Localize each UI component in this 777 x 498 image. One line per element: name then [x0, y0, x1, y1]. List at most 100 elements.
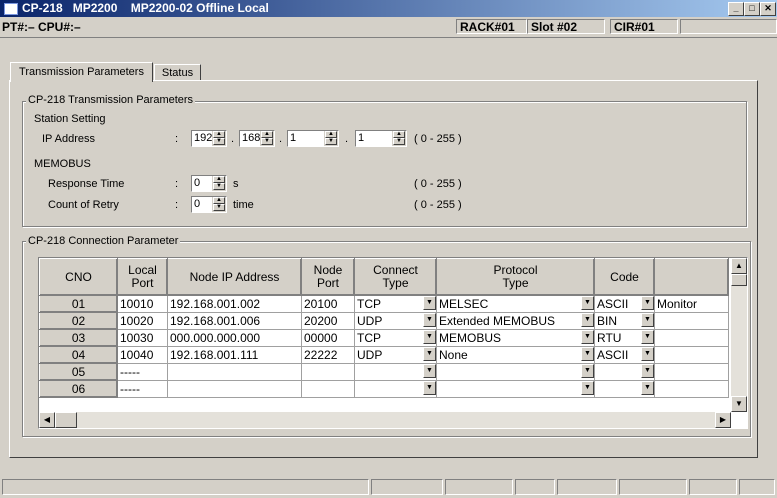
dropdown-arrow-icon[interactable]: ▼ — [423, 381, 436, 395]
dropdown-arrow-icon[interactable]: ▼ — [423, 364, 436, 378]
scroll-down-icon[interactable]: ▼ — [731, 396, 747, 412]
header-code[interactable]: Code — [594, 258, 655, 296]
tab-status[interactable]: Status — [154, 64, 201, 81]
hscroll-thumb[interactable] — [55, 412, 77, 428]
cell-node-ip[interactable]: 192.168.001.111 — [167, 346, 302, 364]
cell-local-port[interactable]: ----- — [117, 380, 168, 398]
spin-down-icon[interactable]: ▼ — [325, 138, 337, 145]
cell-node-ip[interactable]: 192.168.001.002 — [167, 295, 302, 313]
cell-extra[interactable] — [654, 363, 729, 381]
dropdown-arrow-icon[interactable]: ▼ — [641, 364, 654, 378]
cell-extra[interactable] — [654, 346, 729, 364]
cell-local-port[interactable]: 10030 — [117, 329, 168, 347]
spin-down-icon[interactable]: ▼ — [213, 204, 225, 211]
row-cno[interactable]: 04 — [39, 346, 118, 364]
response-time-value[interactable]: 0 — [194, 177, 200, 189]
scroll-right-icon[interactable]: ▶ — [715, 412, 731, 428]
cell-local-port[interactable]: ----- — [117, 363, 168, 381]
dropdown-arrow-icon[interactable]: ▼ — [641, 296, 654, 310]
horizontal-scrollbar[interactable]: ◀ ▶ — [39, 412, 731, 428]
close-icon[interactable]: ✕ — [760, 2, 776, 16]
dropdown-arrow-icon[interactable]: ▼ — [423, 330, 436, 344]
header-local-port[interactable]: Local Port — [117, 258, 168, 296]
cell-protocol-type[interactable]: MELSEC ▼ — [436, 295, 595, 313]
spin-up-icon[interactable]: ▲ — [261, 131, 273, 138]
ip-octet-1-spinner[interactable]: 192 ▲ ▼ — [191, 130, 227, 147]
spin-up-icon[interactable]: ▲ — [213, 131, 225, 138]
cell-node-ip[interactable]: 000.000.000.000 — [167, 329, 302, 347]
spin-up-icon[interactable]: ▲ — [393, 131, 405, 138]
cell-extra[interactable] — [654, 312, 729, 330]
cell-code[interactable]: ASCII ▼ — [594, 346, 655, 364]
dropdown-arrow-icon[interactable]: ▼ — [581, 347, 594, 361]
header-cno[interactable]: CNO — [39, 258, 118, 296]
cell-local-port[interactable]: 10040 — [117, 346, 168, 364]
row-cno[interactable]: 02 — [39, 312, 118, 330]
count-of-retry-spinner[interactable]: 0 ▲ ▼ — [191, 196, 227, 213]
cell-node-ip[interactable] — [167, 380, 302, 398]
dropdown-arrow-icon[interactable]: ▼ — [423, 313, 436, 327]
dropdown-arrow-icon[interactable]: ▼ — [581, 296, 594, 310]
header-extra[interactable] — [654, 258, 729, 296]
cell-code[interactable]: RTU ▼ — [594, 329, 655, 347]
response-time-spinner[interactable]: 0 ▲ ▼ — [191, 175, 227, 192]
dropdown-arrow-icon[interactable]: ▼ — [423, 347, 436, 361]
cell-node-ip[interactable]: 192.168.001.006 — [167, 312, 302, 330]
spin-down-icon[interactable]: ▼ — [393, 138, 405, 145]
row-cno[interactable]: 06 — [39, 380, 118, 398]
header-connect-type[interactable]: Connect Type — [354, 258, 437, 296]
ip-octet-3-spinner[interactable]: 1 ▲ ▼ — [287, 130, 339, 147]
cell-protocol-type[interactable]: MEMOBUS ▼ — [436, 329, 595, 347]
dropdown-arrow-icon[interactable]: ▼ — [423, 296, 436, 310]
ip-octet-4-value[interactable]: 1 — [358, 132, 364, 144]
cell-code[interactable]: BIN ▼ — [594, 312, 655, 330]
ip-octet-1-value[interactable]: 192 — [194, 132, 212, 144]
cell-protocol-type[interactable]: None ▼ — [436, 346, 595, 364]
row-cno[interactable]: 05 — [39, 363, 118, 381]
ip-octet-4-spinner[interactable]: 1 ▲ ▼ — [355, 130, 407, 147]
cell-connect-type[interactable]: ▼ — [354, 363, 437, 381]
tab-transmission-parameters[interactable]: Transmission Parameters — [10, 62, 153, 82]
cell-node-port[interactable]: 20200 — [301, 312, 355, 330]
dropdown-arrow-icon[interactable]: ▼ — [581, 364, 594, 378]
cell-node-port[interactable] — [301, 363, 355, 381]
cell-local-port[interactable]: 10010 — [117, 295, 168, 313]
cell-node-ip[interactable] — [167, 363, 302, 381]
minimize-icon[interactable]: _ — [728, 2, 744, 16]
cell-extra[interactable] — [654, 329, 729, 347]
cell-extra[interactable]: Monitor — [654, 295, 729, 313]
cell-extra[interactable] — [654, 380, 729, 398]
dropdown-arrow-icon[interactable]: ▼ — [641, 381, 654, 395]
dropdown-arrow-icon[interactable]: ▼ — [581, 330, 594, 344]
spin-down-icon[interactable]: ▼ — [261, 138, 273, 145]
header-node-port[interactable]: Node Port — [301, 258, 355, 296]
spin-up-icon[interactable]: ▲ — [213, 197, 225, 204]
ip-octet-3-value[interactable]: 1 — [290, 132, 296, 144]
dropdown-arrow-icon[interactable]: ▼ — [581, 313, 594, 327]
header-protocol-type[interactable]: Protocol Type — [436, 258, 595, 296]
cell-node-port[interactable]: 20100 — [301, 295, 355, 313]
cell-local-port[interactable]: 10020 — [117, 312, 168, 330]
cell-protocol-type[interactable]: ▼ — [436, 380, 595, 398]
ip-octet-2-spinner[interactable]: 168 ▲ ▼ — [239, 130, 275, 147]
dropdown-arrow-icon[interactable]: ▼ — [641, 330, 654, 344]
spin-down-icon[interactable]: ▼ — [213, 183, 225, 190]
count-of-retry-value[interactable]: 0 — [194, 198, 200, 210]
spin-up-icon[interactable]: ▲ — [325, 131, 337, 138]
cell-node-port[interactable]: 00000 — [301, 329, 355, 347]
ip-octet-2-value[interactable]: 168 — [242, 132, 260, 144]
dropdown-arrow-icon[interactable]: ▼ — [641, 313, 654, 327]
maximize-icon[interactable]: □ — [744, 2, 760, 16]
cell-code[interactable]: ASCII ▼ — [594, 295, 655, 313]
dropdown-arrow-icon[interactable]: ▼ — [641, 347, 654, 361]
spin-up-icon[interactable]: ▲ — [213, 176, 225, 183]
header-node-ip-address[interactable]: Node IP Address — [167, 258, 302, 296]
scroll-left-icon[interactable]: ◀ — [39, 412, 55, 428]
scroll-thumb[interactable] — [731, 274, 747, 286]
cell-connect-type[interactable]: TCP ▼ — [354, 295, 437, 313]
cell-node-port[interactable]: 22222 — [301, 346, 355, 364]
vertical-scrollbar[interactable]: ▲ ▼ — [731, 258, 747, 412]
row-cno[interactable]: 03 — [39, 329, 118, 347]
cell-protocol-type[interactable]: Extended MEMOBUS ▼ — [436, 312, 595, 330]
scroll-up-icon[interactable]: ▲ — [731, 258, 747, 274]
